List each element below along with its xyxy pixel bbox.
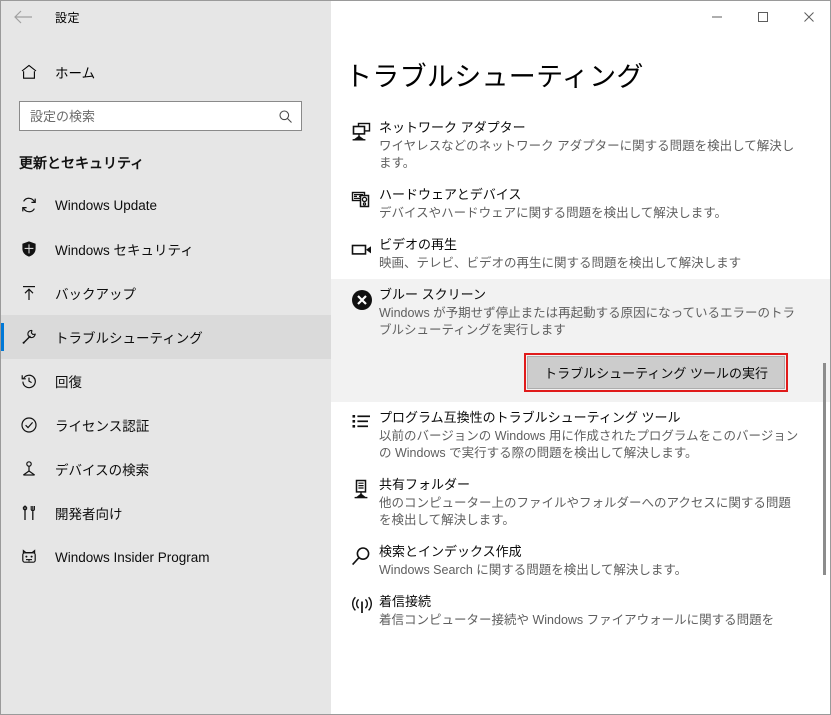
window-controls — [331, 1, 831, 33]
troubleshooter-item-name: プログラム互換性のトラブルシューティング ツール — [379, 410, 680, 425]
troubleshooter-item-incoming-connections[interactable]: 着信接続 着信コンピューター接続や Windows ファイアウォールに関する問題… — [331, 586, 831, 636]
troubleshooter-action-row: トラブルシューティング ツールの実行 — [379, 353, 802, 392]
scrollbar-thumb[interactable] — [823, 363, 826, 575]
troubleshooter-item-hardware-devices[interactable]: ハードウェアとデバイス デバイスやハードウェアに関する問題を検出して解決します。 — [331, 179, 831, 229]
troubleshooter-list: ネットワーク アダプター ワイヤレスなどのネットワーク アダプターに関する問題を… — [331, 112, 831, 636]
sidebar-item-troubleshoot[interactable]: トラブルシューティング — [1, 315, 331, 359]
incoming-connection-icon — [345, 593, 379, 625]
wrench-icon — [18, 326, 40, 348]
sidebar-item-label: Windows Insider Program — [55, 550, 210, 565]
sidebar-item-windows-security[interactable]: Windows セキュリティ — [1, 227, 331, 271]
troubleshooter-item-desc: ワイヤレスなどのネットワーク アダプターに関する問題を検出して解決します。 — [379, 138, 802, 172]
sidebar-item-label: トラブルシューティング — [55, 327, 203, 347]
troubleshooter-item-desc: Windows が予期せず停止または再起動する原因になっているエラーのトラブルシ… — [379, 305, 802, 339]
troubleshooter-item-name: ネットワーク アダプター — [379, 120, 526, 135]
magnifier-icon — [345, 543, 379, 575]
troubleshooter-item-text: ブルー スクリーン Windows が予期せず停止または再起動する原因になってい… — [379, 286, 802, 392]
main-content: トラブルシューティング ネットワーク アダプター ワイヤレスなどのネットワーク … — [331, 33, 831, 715]
troubleshooter-item-name: 検索とインデックス作成 — [379, 544, 522, 559]
troubleshooter-item-text: ビデオの再生 映画、テレビ、ビデオの再生に関する問題を検出して解決します — [379, 236, 802, 272]
hardware-devices-icon — [345, 186, 379, 218]
home-icon — [18, 61, 40, 83]
sidebar: ホーム 更新とセキュリティ — [1, 33, 331, 715]
troubleshooter-item-text: プログラム互換性のトラブルシューティング ツール 以前のバージョンの Windo… — [379, 409, 802, 462]
sidebar-item-insider-program[interactable]: Windows Insider Program — [1, 535, 331, 579]
sidebar-item-for-developers[interactable]: 開発者向け — [1, 491, 331, 535]
sidebar-item-activation[interactable]: ライセンス認証 — [1, 403, 331, 447]
minimize-button[interactable] — [694, 2, 740, 33]
troubleshooter-item-name: 共有フォルダー — [379, 477, 470, 492]
run-troubleshooter-button[interactable]: トラブルシューティング ツールの実行 — [527, 356, 785, 389]
sidebar-item-recovery[interactable]: 回復 — [1, 359, 331, 403]
sidebar-item-label: 回復 — [55, 371, 82, 391]
troubleshooter-item-blue-screen[interactable]: ブルー スクリーン Windows が予期せず停止または再起動する原因になってい… — [331, 279, 831, 402]
search-input[interactable] — [30, 109, 278, 124]
annotation-highlight-box: トラブルシューティング ツールの実行 — [524, 353, 788, 392]
sidebar-item-windows-update[interactable]: Windows Update — [1, 183, 331, 227]
troubleshooter-item-name: ビデオの再生 — [379, 237, 457, 252]
program-list-icon — [345, 409, 379, 441]
shield-icon — [18, 238, 40, 260]
troubleshooter-item-search-indexing[interactable]: 検索とインデックス作成 Windows Search に関する問題を検出して解決… — [331, 536, 831, 586]
troubleshooter-item-desc: 他のコンピューター上のファイルやフォルダーへのアクセスに関する問題を検出して解決… — [379, 495, 802, 529]
sidebar-item-home[interactable]: ホーム — [1, 55, 331, 89]
troubleshooter-item-desc: 映画、テレビ、ビデオの再生に関する問題を検出して解決します — [379, 255, 802, 272]
troubleshooter-item-shared-folders[interactable]: 共有フォルダー 他のコンピューター上のファイルやフォルダーへのアクセスに関する問… — [331, 469, 831, 536]
sidebar-item-label: 開発者向け — [55, 503, 123, 523]
history-clock-icon — [18, 370, 40, 392]
maximize-button[interactable] — [740, 2, 786, 33]
search-box[interactable] — [19, 101, 302, 131]
close-button[interactable] — [786, 2, 831, 33]
home-label: ホーム — [55, 62, 95, 82]
titlebar-left: 設定 — [1, 1, 331, 33]
troubleshooter-item-text: 着信接続 着信コンピューター接続や Windows ファイアウォールに関する問題… — [379, 593, 802, 629]
settings-window: 設定 — [0, 0, 831, 715]
shared-folder-server-icon — [345, 476, 379, 508]
tools-icon — [18, 502, 40, 524]
troubleshooter-item-text: 検索とインデックス作成 Windows Search に関する問題を検出して解決… — [379, 543, 802, 579]
sidebar-item-label: バックアップ — [55, 283, 136, 303]
troubleshooter-item-name: ハードウェアとデバイス — [379, 187, 521, 202]
video-camera-icon — [345, 236, 379, 268]
troubleshooter-item-text: ハードウェアとデバイス デバイスやハードウェアに関する問題を検出して解決します。 — [379, 186, 802, 222]
find-device-icon — [18, 458, 40, 480]
sidebar-section-title: 更新とセキュリティ — [19, 153, 331, 173]
sidebar-item-label: ライセンス認証 — [55, 415, 149, 435]
troubleshooter-item-video-playback[interactable]: ビデオの再生 映画、テレビ、ビデオの再生に関する問題を検出して解決します — [331, 229, 831, 279]
troubleshooter-item-name: ブルー スクリーン — [379, 287, 486, 302]
troubleshooter-item-desc: デバイスやハードウェアに関する問題を検出して解決します。 — [379, 205, 802, 222]
sidebar-item-find-my-device[interactable]: デバイスの検索 — [1, 447, 331, 491]
troubleshooter-item-desc: 以前のバージョンの Windows 用に作成されたプログラムをこのバージョンの … — [379, 428, 802, 462]
network-adapter-icon — [345, 119, 379, 151]
error-x-circle-icon — [345, 286, 379, 318]
titlebar: 設定 — [1, 1, 831, 33]
page-title: トラブルシューティング — [345, 55, 831, 94]
search-icon[interactable] — [278, 109, 293, 124]
sidebar-item-label: デバイスの検索 — [55, 459, 149, 479]
sidebar-item-label: Windows セキュリティ — [55, 239, 194, 259]
sidebar-item-label: Windows Update — [55, 198, 157, 213]
troubleshooter-item-text: 共有フォルダー 他のコンピューター上のファイルやフォルダーへのアクセスに関する問… — [379, 476, 802, 529]
troubleshooter-item-desc: Windows Search に関する問題を検出して解決します。 — [379, 562, 802, 579]
troubleshooter-item-network-adapter[interactable]: ネットワーク アダプター ワイヤレスなどのネットワーク アダプターに関する問題を… — [331, 112, 831, 179]
troubleshooter-item-desc: 着信コンピューター接続や Windows ファイアウォールに関する問題を — [379, 612, 802, 629]
troubleshooter-item-program-compatibility[interactable]: プログラム互換性のトラブルシューティング ツール 以前のバージョンの Windo… — [331, 402, 831, 469]
sidebar-item-backup[interactable]: バックアップ — [1, 271, 331, 315]
sync-icon — [18, 194, 40, 216]
scrollbar[interactable] — [820, 65, 829, 715]
troubleshooter-item-name: 着信接続 — [379, 594, 431, 609]
upload-arrow-icon — [18, 282, 40, 304]
window-title: 設定 — [55, 9, 80, 26]
insider-cat-icon — [18, 546, 40, 568]
sidebar-nav-list: Windows Update Windows セキュリティ — [1, 183, 331, 579]
check-circle-icon — [18, 414, 40, 436]
back-arrow-icon[interactable] — [1, 1, 45, 33]
troubleshooter-item-text: ネットワーク アダプター ワイヤレスなどのネットワーク アダプターに関する問題を… — [379, 119, 802, 172]
